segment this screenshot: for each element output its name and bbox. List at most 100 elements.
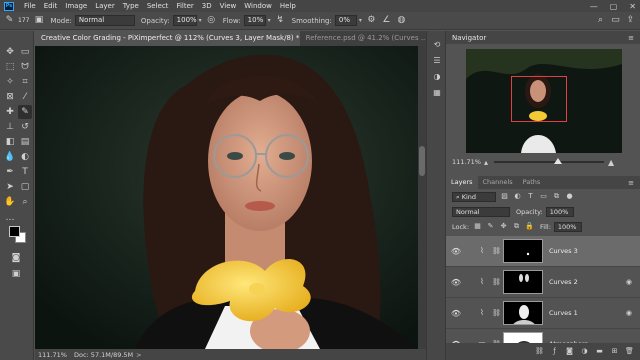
eraser-tool-icon[interactable]: ◧ [3,135,17,149]
menu-filter[interactable]: Filter [172,2,197,10]
filter-toggle-icon[interactable]: ● [565,192,574,201]
artboard-tool-icon[interactable]: ▭ [18,45,32,59]
adjustments-panel-icon[interactable]: ◑ [431,71,443,83]
document-canvas[interactable] [35,46,418,349]
smoothing-chevron-icon[interactable]: ▾ [359,17,362,24]
menu-window[interactable]: Window [240,2,276,10]
eyedropper-tool-icon[interactable]: ⁄ [18,90,32,104]
quick-select-tool-icon[interactable]: ✧ [3,75,17,89]
pressure-size-icon[interactable]: ◍ [396,15,407,26]
opacity-chevron-icon[interactable]: ▾ [199,17,202,24]
frame-tool-icon[interactable]: ⊠ [3,90,17,104]
menu-help[interactable]: Help [276,2,300,10]
trash-icon[interactable]: 🗑 [625,347,634,356]
airbrush-icon[interactable]: ↯ [275,15,286,26]
lock-artboard-icon[interactable]: ⧉ [512,222,521,231]
history-brush-tool-icon[interactable]: ↺ [18,120,32,134]
menu-3d[interactable]: 3D [198,2,216,10]
link-chain-icon[interactable]: ⛓ [492,309,501,317]
navigator-title[interactable]: Navigator [452,34,486,42]
blur-tool-icon[interactable]: 💧 [3,150,17,164]
adjustment-filter-icon[interactable]: ◐ [513,192,522,201]
layer-property-icon[interactable]: ◉ [626,278,632,286]
menu-image[interactable]: Image [61,2,91,10]
layer-row-curves-2[interactable]: 👁 ⌇ ⛓ Curves 2 ◉ [446,267,640,298]
lock-pixels-icon[interactable]: ▦ [473,222,482,231]
curves-adjustment-icon[interactable]: ⌇ [476,307,488,319]
workspace-icon[interactable]: ▭ [610,15,621,26]
clone-stamp-tool-icon[interactable]: ⊥ [3,120,17,134]
pen-tool-icon[interactable]: ✒ [3,165,17,179]
lock-paint-icon[interactable]: ✎ [486,222,495,231]
zoom-in-icon[interactable]: ▲ [608,158,614,167]
curves-adjustment-icon[interactable]: ⌇ [476,245,488,257]
menu-layer[interactable]: Layer [91,2,119,10]
crop-tool-icon[interactable]: ⌗ [18,75,32,89]
tab-channels[interactable]: Channels [478,176,518,189]
new-group-icon[interactable]: ▬ [595,347,604,356]
gradient-tool-icon[interactable]: ▤ [18,135,32,149]
properties-panel-icon[interactable]: ☰ [431,55,443,67]
layer-name[interactable]: Curves 2 [549,278,578,286]
pressure-opacity-icon[interactable]: ◎ [206,15,217,26]
quick-mask-icon[interactable]: ◙ [9,251,23,265]
canvas-vertical-scrollbar[interactable] [418,46,426,349]
shape-filter-icon[interactable]: ▭ [539,192,548,201]
menu-edit[interactable]: Edit [40,2,62,10]
brush-size-value[interactable]: 177 [18,17,29,24]
status-menu-chevron-icon[interactable]: > [136,351,141,359]
mode-select[interactable]: Normal [74,15,135,26]
fill-input[interactable]: 100% [553,221,582,232]
brush-tool-icon[interactable]: ✎ [18,105,32,119]
more-tools-icon[interactable]: … [3,211,17,225]
angle-icon[interactable]: ∠ [381,15,392,26]
visibility-eye-icon[interactable]: 👁 [450,278,462,287]
flow-chevron-icon[interactable]: ▾ [268,17,271,24]
zoom-tool-icon[interactable]: ⌕ [18,195,32,209]
new-adjustment-icon[interactable]: ◑ [580,347,589,356]
maximize-button[interactable]: ▢ [610,2,618,11]
link-chain-icon[interactable]: ⛓ [492,247,501,255]
share-icon[interactable]: ⇪ [625,15,636,26]
pixel-filter-icon[interactable]: ▨ [500,192,509,201]
lock-all-icon[interactable]: 🔒 [525,222,534,231]
marquee-tool-icon[interactable]: ⬚ [3,60,17,74]
navigator-view-frame[interactable] [511,76,567,122]
layer-name[interactable]: Curves 1 [549,309,578,317]
type-filter-icon[interactable]: T [526,192,535,201]
zoom-out-icon[interactable]: ▴ [484,158,488,167]
tab-reference[interactable]: Reference.psd @ 41.2% (Curves ... [300,31,426,46]
fx-icon[interactable]: ƒ [550,347,559,356]
layer-property-icon[interactable]: ◉ [626,309,632,317]
lasso-tool-icon[interactable]: ᗢ [18,60,32,74]
panel-menu-icon[interactable]: ≡ [628,179,634,187]
dodge-tool-icon[interactable]: ◐ [18,150,32,164]
menu-view[interactable]: View [216,2,241,10]
menu-file[interactable]: File [20,2,40,10]
search-icon[interactable]: ⌕ [595,15,606,26]
panel-menu-icon[interactable]: ≡ [628,34,634,42]
tab-paths[interactable]: Paths [518,176,546,189]
close-window-button[interactable]: ✕ [629,2,636,11]
zoom-slider-knob[interactable] [553,158,562,164]
hand-tool-icon[interactable]: ✋ [3,195,17,209]
layer-name[interactable]: Curves 3 [549,247,578,255]
brush-tool-icon[interactable]: ✎ [4,15,15,26]
link-layers-icon[interactable]: ⛓ [535,347,544,356]
layer-row-curves-3[interactable]: 👁 ⌇ ⛓ Curves 3 [446,236,640,267]
menu-type[interactable]: Type [119,2,143,10]
new-layer-icon[interactable]: ⊞ [610,347,619,356]
navigator-thumbnail[interactable] [466,49,622,153]
kind-filter-select[interactable]: ⌕ Kind [452,191,496,202]
minimize-button[interactable]: — [590,2,598,11]
menu-select[interactable]: Select [143,2,173,10]
path-select-tool-icon[interactable]: ➤ [3,180,17,194]
layer-row-curves-1[interactable]: 👁 ⌇ ⛓ Curves 1 ◉ [446,298,640,329]
smart-object-filter-icon[interactable]: ⧉ [552,192,561,201]
visibility-eye-icon[interactable]: 👁 [450,247,462,256]
brush-settings-icon[interactable]: ▣ [33,15,44,26]
move-tool-icon[interactable]: ✥ [3,45,17,59]
layer-mask-thumbnail[interactable] [503,301,543,325]
navigator-zoom-slider[interactable] [494,158,605,164]
add-mask-icon[interactable]: ◙ [565,347,574,356]
